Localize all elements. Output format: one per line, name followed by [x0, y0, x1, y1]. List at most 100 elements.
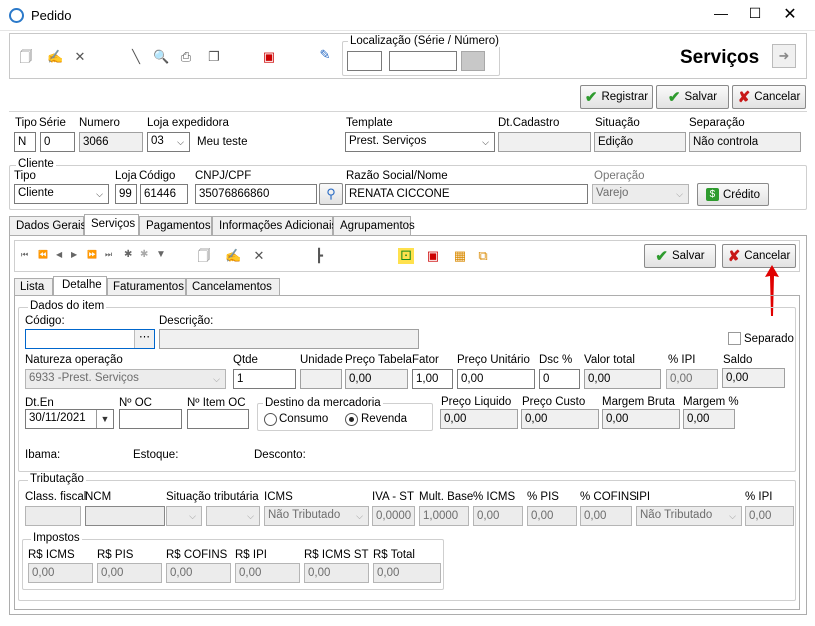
radio-dot — [349, 417, 354, 422]
nav-prev-page-icon[interactable]: ⏪ — [38, 250, 48, 259]
preco-tabela-field: 0,00 — [345, 369, 408, 389]
item-cancelar-button[interactable]: ✘ Cancelar — [722, 244, 796, 268]
icms-label: ICMS — [264, 491, 293, 503]
window-icon[interactable]: ⧉ — [475, 248, 491, 264]
preco-tabela-label: Preço Tabela — [345, 354, 412, 366]
preview-icon[interactable]: 🔍 — [153, 49, 169, 65]
locate-button[interactable] — [461, 51, 485, 71]
cliente-codigo-field[interactable]: 61446 — [140, 184, 188, 204]
tipo-field[interactable]: N — [14, 132, 36, 152]
maximize-button[interactable]: ☐ — [740, 5, 770, 25]
situacao-trib-select-2[interactable]: ⌵ — [206, 506, 260, 526]
nav-first-icon[interactable]: ⏮ — [21, 250, 28, 260]
sub-tabs: Lista Detalhe Faturamentos Cancelamentos — [14, 276, 800, 296]
impostos-label: Impostos — [31, 532, 82, 544]
preco-unitario-field[interactable]: 0,00 — [457, 369, 535, 389]
nav-insert-icon[interactable]: ✱ — [124, 249, 132, 260]
serie-field[interactable]: 0 — [40, 132, 75, 152]
revenda-radio[interactable] — [345, 413, 358, 426]
numero-input[interactable] — [389, 51, 457, 71]
subtab-detalhe[interactable]: Detalhe — [53, 276, 107, 296]
registrar-button[interactable]: ✔ Registrar — [580, 85, 653, 109]
rs-ipi-field: 0,00 — [235, 563, 300, 583]
cnpj-label: CNPJ/CPF — [195, 170, 252, 182]
table-icon[interactable]: ▦ — [452, 248, 468, 264]
qtde-field[interactable]: 1 — [233, 369, 296, 389]
window-title: Pedido — [31, 8, 72, 23]
delete-item-icon[interactable]: ✕ — [251, 248, 267, 264]
pen-icon[interactable]: ╲ — [128, 49, 144, 65]
cnpj-field[interactable]: 35076866860 — [195, 184, 317, 204]
icms-select[interactable]: Não Tributado ⌵ — [264, 506, 369, 526]
natureza-select[interactable]: 6933 -Prest. Serviços ⌵ — [25, 369, 226, 389]
person-run-icon[interactable]: ⚀ — [398, 248, 414, 264]
situacao-trib-select-1[interactable]: ⌵ — [166, 506, 202, 526]
rs-cofins-field: 0,00 — [166, 563, 231, 583]
credito-button[interactable]: $ Crédito — [697, 183, 769, 206]
pipi-label: % IPI — [745, 491, 773, 503]
cliente-loja-field[interactable]: 99 — [115, 184, 137, 204]
codigo-lookup-button[interactable]: ⋯ — [134, 330, 154, 348]
subtab-cancelamentos[interactable]: Cancelamentos — [186, 278, 280, 296]
operacao-select[interactable]: Varejo ⌵ — [592, 184, 689, 204]
cancelar-button[interactable]: ✘ Cancelar — [732, 85, 806, 109]
nav-last-icon[interactable]: ⏭ — [105, 250, 112, 260]
loja-select[interactable]: 03 ⌵ — [147, 132, 190, 152]
nav-delete-icon[interactable]: ✱ — [140, 249, 148, 260]
print-icon[interactable]: ⎙ — [178, 49, 194, 65]
delete-icon[interactable]: ✕ — [72, 49, 88, 65]
minimize-button[interactable]: — — [706, 5, 736, 25]
tab-pagamentos[interactable]: Pagamentos — [139, 216, 212, 236]
edit-item-icon[interactable]: ✍ — [225, 248, 241, 264]
copy-icon[interactable]: ❐ — [206, 49, 222, 65]
template-label: Template — [346, 117, 393, 129]
consumo-radio[interactable] — [264, 413, 277, 426]
razao-field[interactable]: RENATA CICCONE — [345, 184, 588, 204]
pis-field: 0,00 — [527, 506, 577, 526]
ipi-select[interactable]: Não Tributado ⌵ — [636, 506, 742, 526]
spellcheck-icon[interactable]: ✎ — [317, 47, 333, 63]
nitem-oc-field[interactable] — [187, 409, 249, 429]
search-client-button[interactable]: ⚲ — [319, 183, 343, 205]
chevron-down-icon: ⌵ — [356, 510, 363, 521]
chevron-down-icon: ⌵ — [177, 136, 184, 147]
salvar-button[interactable]: ✔ Salvar — [656, 85, 729, 109]
export-icon[interactable]: ▣ — [261, 49, 277, 65]
estoque-label: Estoque: — [133, 449, 179, 461]
separado-checkbox[interactable] — [728, 332, 741, 345]
app-icon — [9, 8, 24, 23]
noc-label: Nº OC — [119, 397, 152, 409]
nav-prev-icon[interactable]: ◀ — [56, 250, 62, 259]
nav-next-page-icon[interactable]: ⏩ — [87, 250, 97, 259]
cliente-tipo-select[interactable]: Cliente ⌵ — [14, 184, 109, 204]
chevron-down-icon: ⌵ — [189, 510, 196, 521]
edit-icon[interactable]: ✍ — [47, 49, 63, 65]
new-item-icon[interactable]: 🗍 — [196, 248, 212, 264]
export-item-icon[interactable]: ▣ — [425, 248, 441, 264]
fator-label: Fator — [412, 354, 439, 366]
tab-informacoes-adicionais[interactable]: Informações Adicionais — [212, 216, 337, 236]
dten-datepicker[interactable]: 30/11/2021 ▼ — [25, 409, 114, 429]
exit-icon[interactable]: ➜ — [772, 44, 796, 68]
subtab-faturamentos[interactable]: Faturamentos — [107, 278, 186, 296]
check-icon: ✔ — [584, 89, 598, 106]
tab-dados-gerais[interactable]: Dados Gerais — [9, 216, 86, 236]
rs-pis-label: R$ PIS — [97, 549, 134, 561]
fator-field[interactable]: 1,00 — [412, 369, 453, 389]
tree-icon[interactable]: ┣ — [311, 248, 327, 264]
tab-agrupamentos[interactable]: Agrupamentos — [333, 216, 415, 236]
ibama-label: Ibama: — [25, 449, 61, 461]
dsc-field[interactable]: 0 — [539, 369, 580, 389]
new-document-icon[interactable]: 🗍 — [18, 49, 34, 65]
filter-icon[interactable]: ▼ — [156, 249, 166, 260]
template-select[interactable]: Prest. Serviços ⌵ — [345, 132, 495, 152]
search-icon: ⚲ — [326, 186, 336, 201]
nav-next-icon[interactable]: ▶ — [71, 250, 77, 259]
item-salvar-button[interactable]: ✔ Salvar — [644, 244, 716, 268]
tab-servicos[interactable]: Serviços — [84, 214, 139, 236]
noc-field[interactable] — [119, 409, 182, 429]
close-button[interactable]: ✕ — [775, 4, 805, 24]
saldo-label: Saldo — [723, 354, 753, 366]
serie-input[interactable] — [347, 51, 382, 71]
subtab-lista[interactable]: Lista — [14, 278, 53, 296]
